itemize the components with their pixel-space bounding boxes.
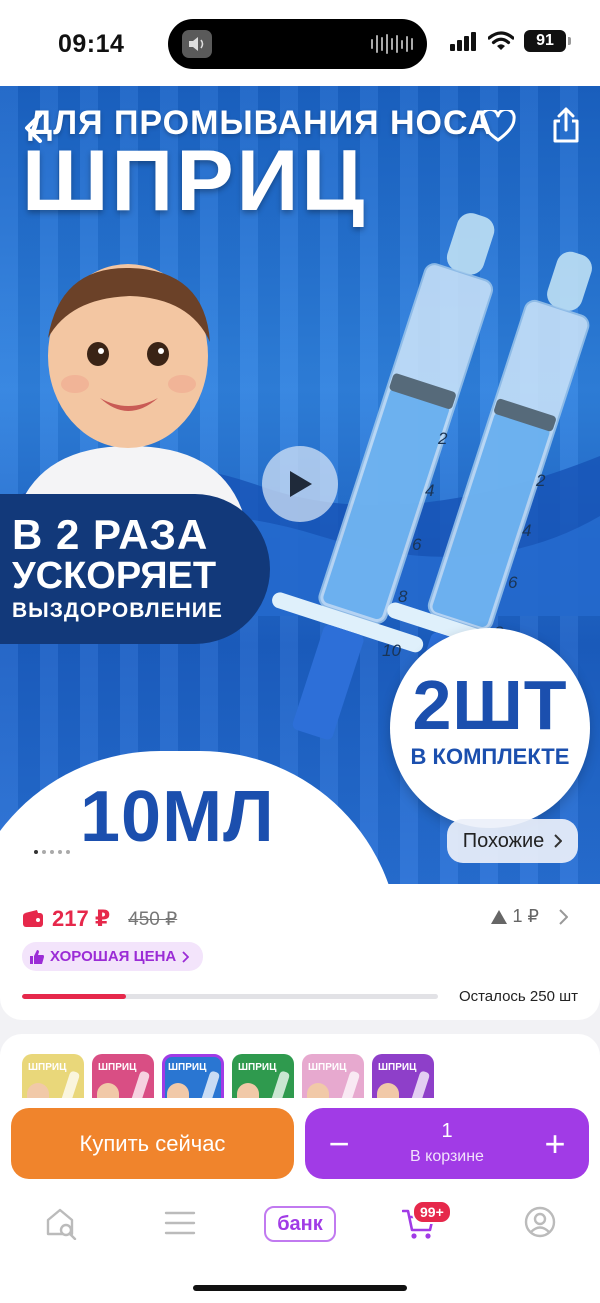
share-icon (553, 107, 579, 143)
stock-progress-bar (22, 994, 438, 999)
bonus-points[interactable]: 1 ₽ (490, 906, 568, 927)
scale-mark: 4 (522, 521, 531, 540)
scale-mark: 8 (398, 587, 408, 606)
carousel-dot (42, 850, 46, 854)
quantity-number: 2ШТ (412, 666, 568, 744)
status-time: 09:14 (58, 30, 125, 58)
variant-label: ШПРИЦ (168, 1062, 207, 1073)
increase-quantity-button[interactable]: + (523, 1108, 587, 1179)
badge-line-1: В 2 РАЗА (12, 511, 209, 558)
carousel-dot (58, 850, 62, 854)
scale-mark: 2 (535, 471, 546, 490)
variant-label: ШПРИЦ (28, 1062, 67, 1073)
volume-label: 10МЛ (80, 777, 275, 857)
play-video-button[interactable] (262, 446, 338, 522)
thumbs-up-icon (30, 949, 44, 964)
dynamic-island (168, 19, 427, 69)
battery-indicator: 91 (524, 30, 571, 52)
profile-icon (524, 1206, 556, 1238)
back-button[interactable] (22, 112, 44, 149)
carousel-dots (34, 850, 70, 854)
badge-line-3: ВЫЗДОРОВЛЕНИЕ (12, 598, 223, 622)
good-price-label: ХОРОШАЯ ЦЕНА (50, 948, 177, 965)
chevron-right-icon (559, 908, 568, 925)
product-image-carousel[interactable]: ДЛЯ ПРОМЫВАНИЯ НОСА ШПРИЦ 2 4 6 8 10 2 4… (0, 86, 600, 884)
share-button[interactable] (551, 106, 581, 149)
chevron-right-icon (554, 834, 563, 848)
scale-mark: 6 (412, 535, 422, 554)
nav-catalog[interactable] (164, 1210, 196, 1241)
triangle-up-icon (490, 909, 507, 924)
favorite-button[interactable] (480, 107, 516, 147)
carousel-dot (34, 850, 38, 854)
nav-profile[interactable] (524, 1206, 556, 1243)
carousel-dot (66, 850, 70, 854)
old-price: 450 ₽ (128, 908, 178, 930)
variant-label: ШПРИЦ (378, 1062, 417, 1073)
status-bar: 09:14 91 (0, 0, 600, 86)
stock-progress-fill (22, 994, 126, 999)
variant-label: ШПРИЦ (238, 1062, 277, 1073)
similar-products-button[interactable]: Похожие (447, 819, 578, 863)
wifi-icon (488, 31, 514, 50)
speed-badge: В 2 РАЗА УСКОРЯЕТ ВЫЗДОРОВЛЕНИЕ (0, 494, 270, 644)
quantity-subtitle: В КОМПЛЕКТЕ (410, 744, 570, 769)
nav-bank[interactable]: банк (264, 1206, 336, 1242)
home-indicator (193, 1285, 407, 1291)
price-row: 217 ₽ 450 ₽ (22, 906, 177, 932)
bonus-value: 1 ₽ (512, 906, 539, 926)
good-price-badge[interactable]: ХОРОШАЯ ЦЕНА (22, 942, 204, 971)
heart-icon (480, 107, 516, 142)
decrease-quantity-button[interactable]: − (307, 1108, 371, 1179)
carousel-dot (50, 850, 54, 854)
scale-mark: 4 (425, 481, 434, 500)
cart-count-badge: 99+ (412, 1200, 452, 1224)
chevron-left-icon (25, 113, 42, 143)
audio-wave-icon (371, 33, 413, 55)
scale-mark: 6 (508, 573, 518, 592)
signal-icon (450, 32, 476, 51)
current-price: 217 ₽ (52, 906, 111, 931)
chevron-right-icon (182, 950, 190, 963)
variant-label: ШПРИЦ (98, 1062, 137, 1073)
wallet-icon (23, 910, 43, 927)
price-card: 217 ₽ 450 ₽ 1 ₽ ХОРОШАЯ ЦЕНА Осталось 25… (0, 884, 600, 1020)
scale-mark: 10 (382, 641, 401, 660)
play-icon (290, 471, 312, 497)
speaker-icon (182, 30, 212, 58)
quantity-badge: 2ШТ В КОМПЛЕКТЕ (390, 628, 590, 828)
menu-icon (164, 1211, 196, 1235)
cart-quantity-control: − 1 В корзине + (305, 1108, 589, 1179)
bottom-navigation: банк 99+ (0, 1200, 600, 1250)
home-search-icon (46, 1208, 77, 1241)
stock-remaining: Осталось 250 шт (458, 988, 578, 1005)
badge-line-2: УСКОРЯЕТ (12, 554, 217, 597)
buy-now-button[interactable]: Купить сейчас (11, 1108, 294, 1179)
variant-label: ШПРИЦ (308, 1062, 347, 1073)
nav-home[interactable] (44, 1206, 78, 1245)
scale-mark: 2 (437, 429, 448, 448)
similar-label: Похожие (462, 829, 545, 852)
